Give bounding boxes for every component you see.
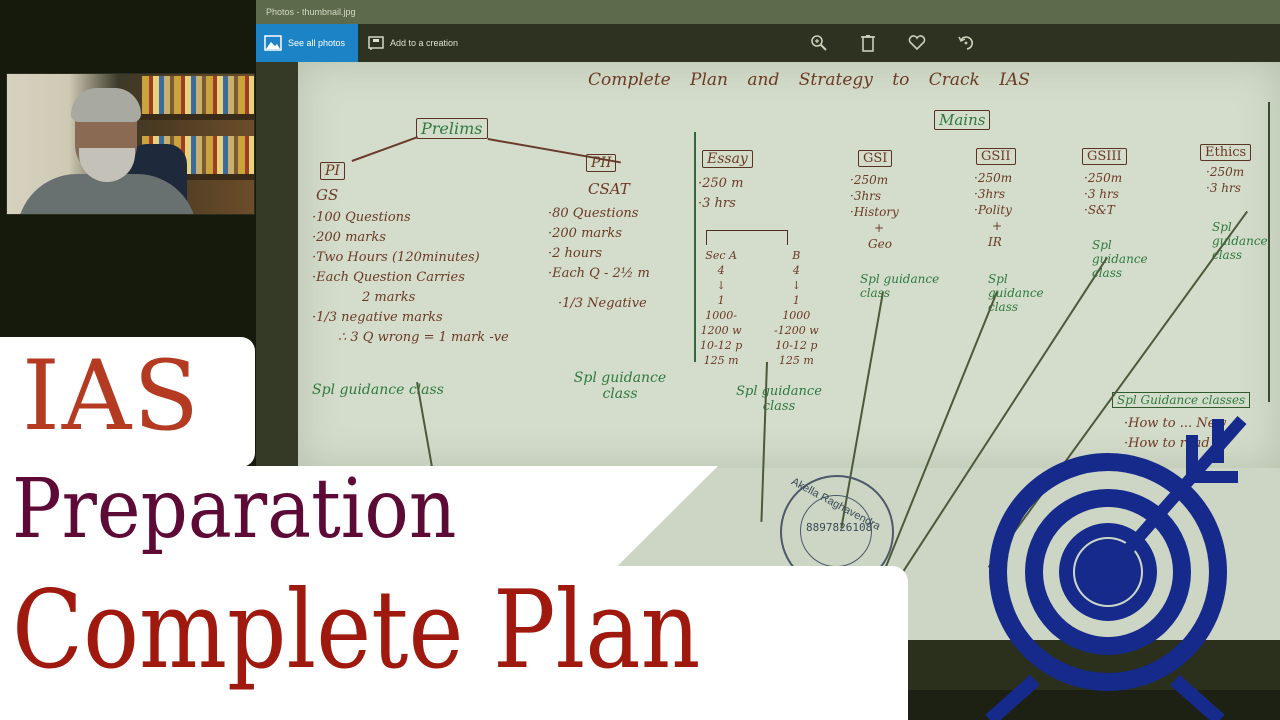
ethics-point: ·3 hrs <box>1206 181 1241 195</box>
gs2-point: IR <box>988 235 1002 249</box>
add-to-creation-button[interactable]: Add to a creation <box>360 24 466 62</box>
see-all-photos-button[interactable]: See all photos <box>256 24 358 62</box>
gs1-point: + <box>874 221 885 235</box>
board-edge-line <box>1268 102 1270 402</box>
zoom-icon[interactable] <box>809 33 829 53</box>
webcam-feed <box>6 73 255 215</box>
sec-b-line: 10-12 p <box>775 339 818 352</box>
sec-b-line: 125 m <box>778 354 814 367</box>
paper2-points: ·80 Questions ·200 marks ·2 hours ·Each … <box>548 204 650 314</box>
stamp-number: 8897826108 <box>806 521 873 534</box>
essay-sec-a: Sec A 4 ↓ 1 1000- 1200 w 10-12 p 125 m <box>700 248 742 368</box>
sec-b-line: 1 <box>792 294 800 307</box>
paper2-point: ·1/3 Negative <box>558 296 647 311</box>
overlay-title-preparation: Preparation <box>12 462 457 557</box>
gs3-point: ·3 hrs <box>1084 187 1119 201</box>
paper1-point: ·200 marks <box>312 230 386 245</box>
gs1-label: GSI <box>858 150 893 167</box>
target-leg-left <box>985 674 1040 720</box>
gs2-point: ·250m <box>974 171 1013 185</box>
paper1-point: ∴ 3 Q wrong = 1 mark -ve <box>338 330 509 345</box>
gs1-point: ·3hrs <box>850 189 882 203</box>
mains-label: Mains <box>934 110 991 130</box>
sec-a-line: ↓ <box>716 279 726 292</box>
paper2-label: PII <box>586 154 617 172</box>
gs1-points: ·250m ·3hrs ·History + Geo <box>850 172 899 252</box>
essay-points: ·250 m ·3 hrs <box>698 174 743 214</box>
paper1-point: ·Two Hours (120minutes) <box>312 250 480 265</box>
bookshelf <box>137 114 254 120</box>
sec-a-line: 10-12 p <box>700 339 743 352</box>
sec-b-line: -1200 w <box>774 324 819 337</box>
essay-sec-b: B 4 ↓ 1 1000 -1200 w 10-12 p 125 m <box>774 248 819 368</box>
essay-label: Essay <box>702 150 753 168</box>
gs3-label: GSIII <box>1082 148 1127 165</box>
paper1-label: PI <box>320 162 345 180</box>
presenter-hair <box>71 88 141 122</box>
paper2-guidance: Spl guidance class <box>573 370 667 402</box>
ethics-points: ·250m ·3 hrs <box>1206 164 1244 196</box>
essay-guidance: Spl guidance class <box>736 384 822 414</box>
gs2-points: ·250m ·3hrs ·Polity + IR <box>974 170 1012 250</box>
gs2-label: GSII <box>976 148 1016 165</box>
overlay-title-complete-plan: Complete Plan <box>12 568 701 693</box>
paper1-point: ·1/3 negative marks <box>312 310 443 325</box>
ethics-point: ·250m <box>1206 165 1245 179</box>
delete-icon[interactable] <box>858 33 878 53</box>
sec-a-line: 4 <box>717 264 725 277</box>
sec-a-line: 125 m <box>703 354 739 367</box>
target-arrow-icon <box>985 416 1247 720</box>
paper2-point: ·2 hours <box>548 246 602 261</box>
gs3-point: ·250m <box>1084 171 1123 185</box>
gs1-point: ·250m <box>850 173 889 187</box>
gs3-points: ·250m ·3 hrs ·S&T <box>1084 170 1122 218</box>
paper1-subject: GS <box>316 186 339 204</box>
gs1-point: Geo <box>868 237 892 251</box>
rotate-icon[interactable] <box>956 33 976 53</box>
add-to-creation-label: Add to a creation <box>390 38 459 48</box>
sec-b-label: B <box>792 249 801 262</box>
sec-b-line: 1000 <box>782 309 811 322</box>
target-leg-right <box>1170 674 1225 720</box>
paper2-point: ·Each Q - 2½ m <box>548 266 650 281</box>
gs2-point: + <box>992 219 1003 233</box>
paper2-point: ·80 Questions <box>548 206 639 221</box>
prelims-label: Prelims <box>416 118 488 139</box>
paper1-point: 2 marks <box>362 290 416 305</box>
sec-a-line: 1 <box>717 294 725 307</box>
paper1-point: ·100 Questions <box>312 210 411 225</box>
arrow-to-p1 <box>351 136 418 162</box>
see-all-photos-label: See all photos <box>288 38 346 48</box>
board-title: Complete Plan and Strategy to Crack IAS <box>588 70 1030 90</box>
sec-a-label: Sec A <box>705 249 737 262</box>
photos-toolbar: See all photos Add to a creation <box>256 24 1280 62</box>
essay-point: ·3 hrs <box>698 196 736 211</box>
gs2-guidance: Spl guidance class <box>988 272 1044 314</box>
paper1-point: ·Each Question Carries <box>312 270 465 285</box>
gs3-point: ·S&T <box>1084 203 1115 217</box>
window-title: Photos - thumbnail.jpg <box>256 0 1280 24</box>
paper2-point: ·200 marks <box>548 226 622 241</box>
sec-b-line: ↓ <box>791 279 801 292</box>
gs2-point: ·3hrs <box>974 187 1006 201</box>
gs2-point: ·Polity <box>974 203 1012 217</box>
ethics-label: Ethics <box>1200 144 1252 161</box>
sec-a-line: 1000- <box>705 309 737 322</box>
essay-branch <box>706 230 788 245</box>
sec-b-line: 4 <box>792 264 800 277</box>
essay-point: ·250 m <box>698 176 744 191</box>
paper1-guidance: Spl guidance class <box>312 382 444 398</box>
sec-a-line: 1200 w <box>700 324 742 337</box>
favorite-icon[interactable] <box>907 33 927 53</box>
prelims-mains-divider <box>694 132 696 362</box>
photos-icon <box>264 35 282 51</box>
creation-icon <box>368 36 384 50</box>
paper2-subject: CSAT <box>588 180 630 198</box>
gs1-point: ·History <box>850 205 899 219</box>
gs3-guidance: Spl guidance class <box>1092 238 1148 280</box>
books-row <box>142 76 254 114</box>
paper1-points: ·100 Questions ·200 marks ·Two Hours (12… <box>312 208 509 348</box>
overlay-title-ias: IAS <box>22 340 202 452</box>
gs1-guidance: Spl guidance class <box>860 272 940 300</box>
